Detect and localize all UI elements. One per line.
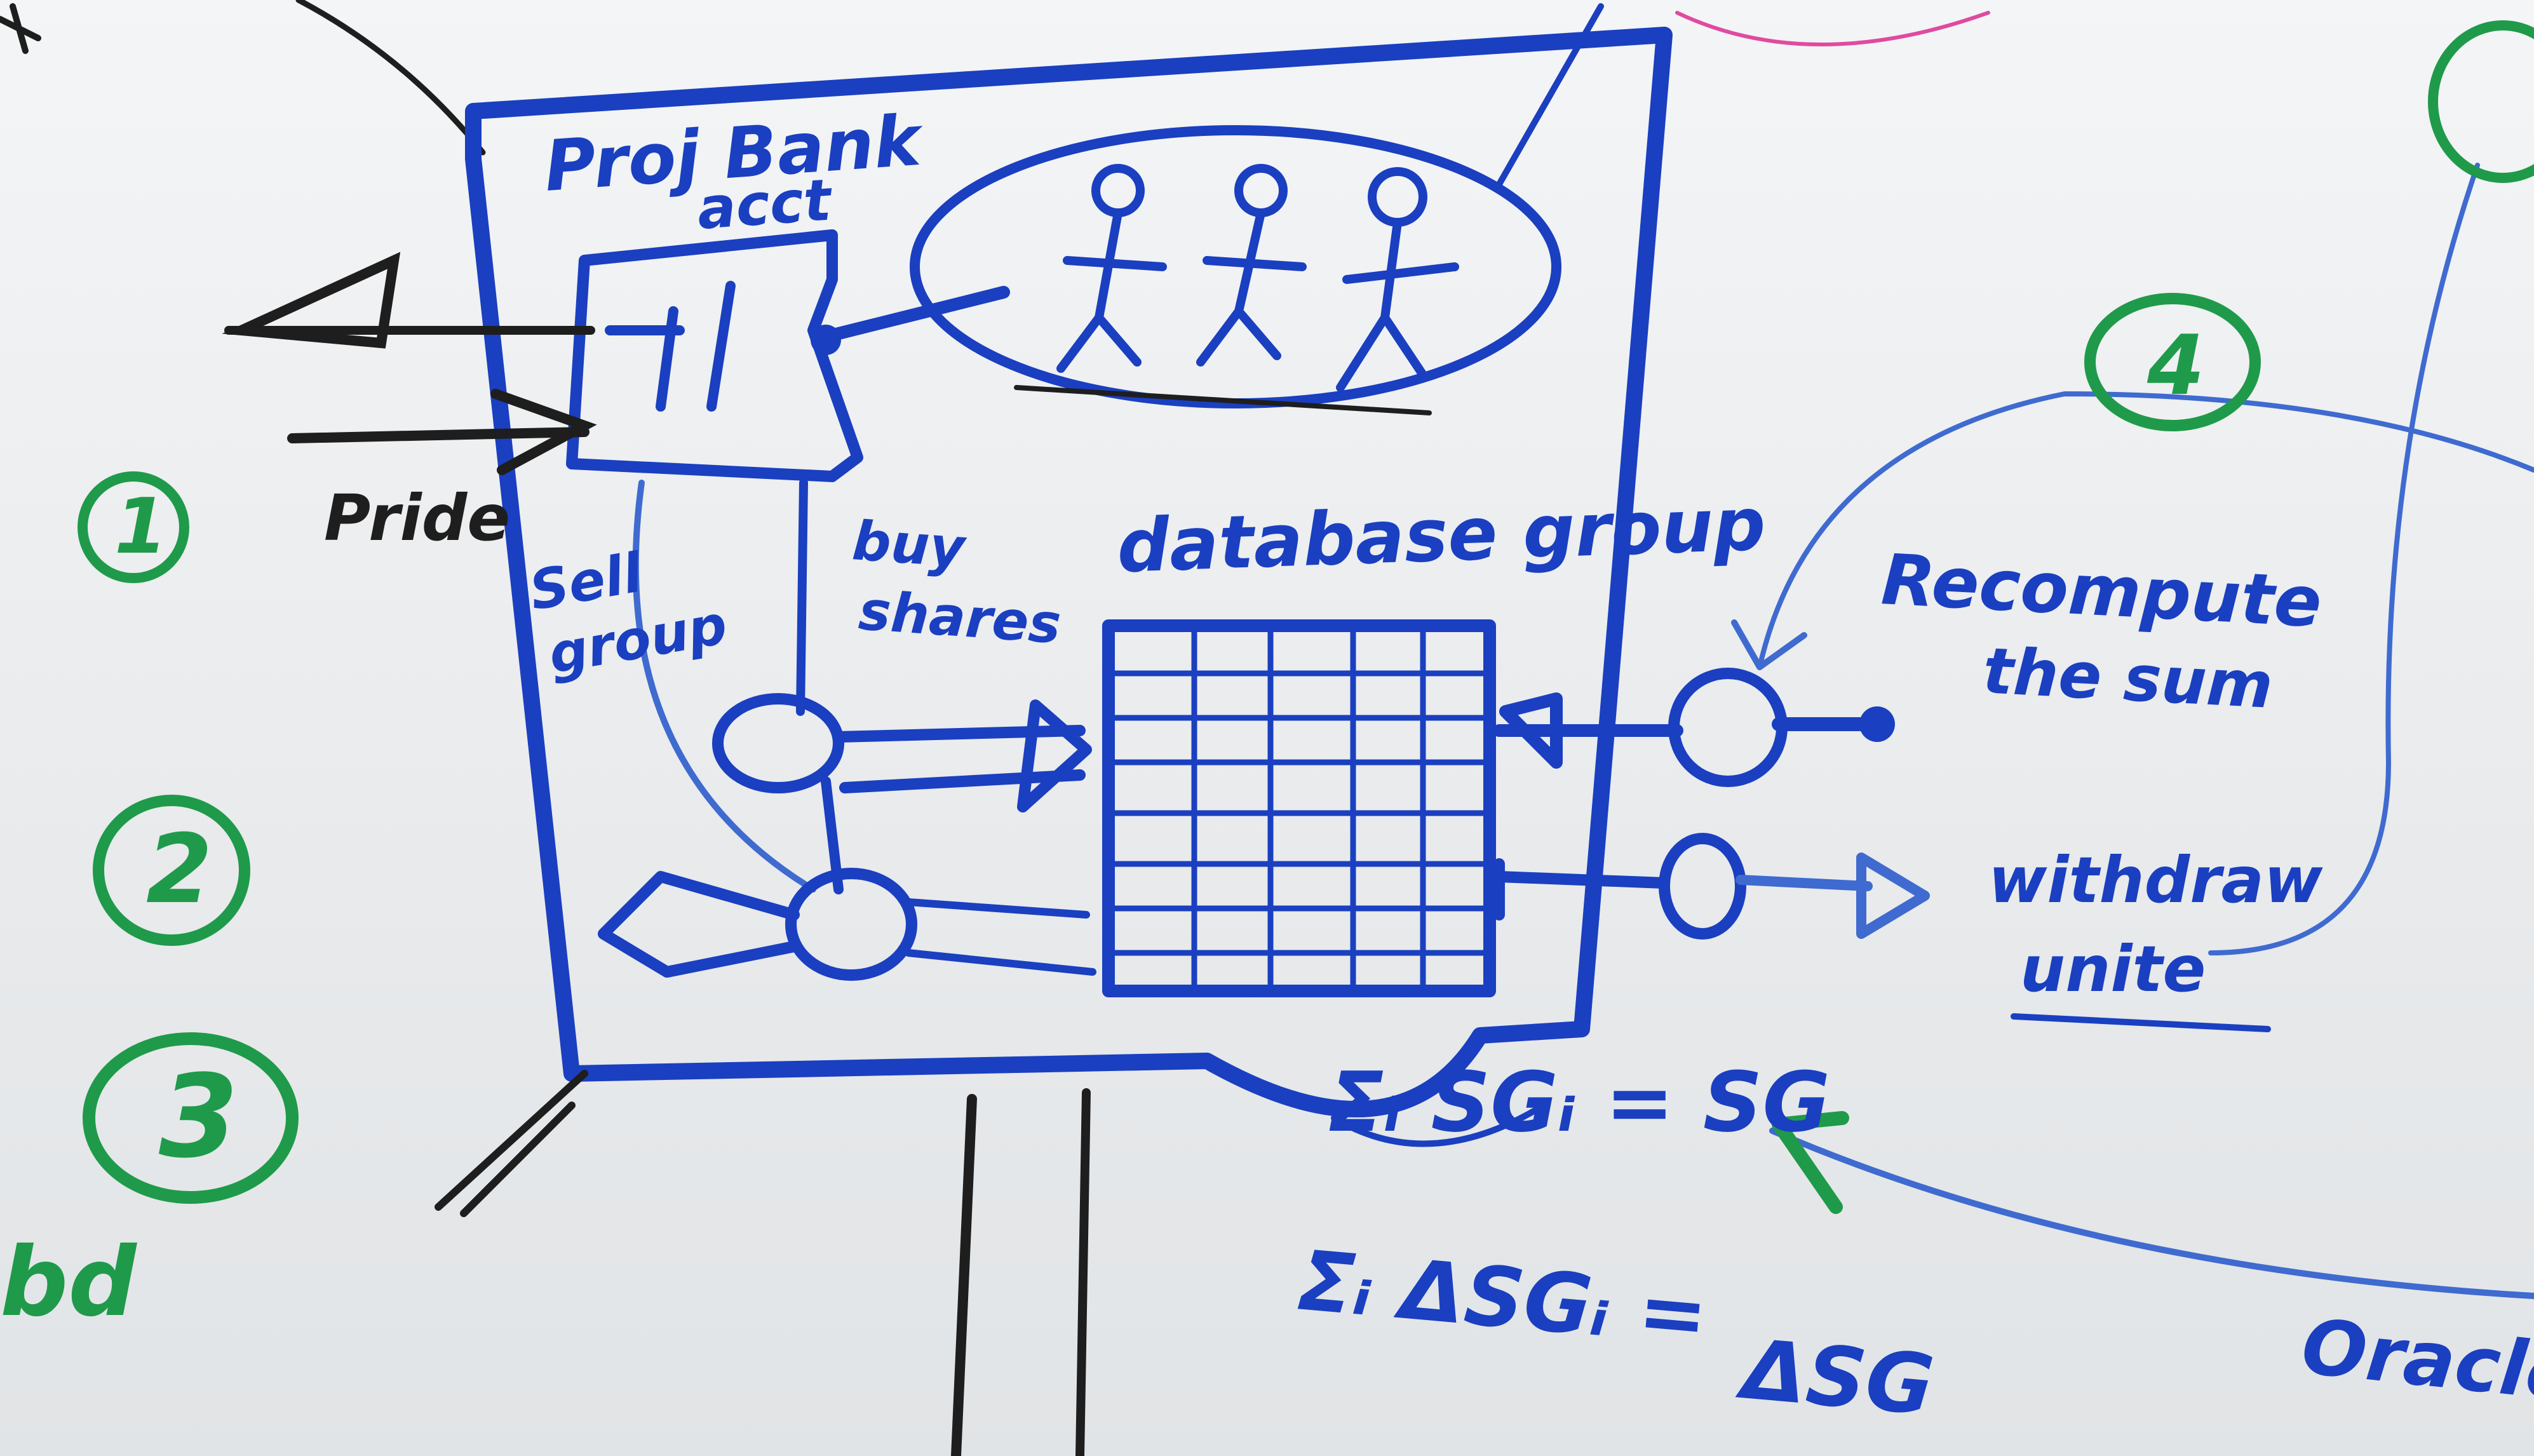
stick-figure-1 [1056,164,1167,373]
pride-label: Pride [324,481,510,555]
whiteboard-drawing: 1 2 3 4 bd Proj Bank acct database group… [0,0,2534,1456]
buy-node [712,693,844,793]
stick-figure-3 [1336,167,1459,392]
sell-node [785,868,917,981]
bottom-left-fragment: bd [0,1227,137,1338]
equation-bottom-rhs: ΔSG [1733,1321,1938,1434]
equation-bottom-lhs: Σᵢ ΔSGᵢ = [1294,1232,1711,1364]
withdraw-underline [2011,1013,2271,1032]
withdraw-label-1: withdraw [1988,843,2323,917]
green-marker-1-number: 1 [114,483,168,571]
stick-figure-2 [1196,164,1307,367]
recompute-dot [1859,706,1895,742]
bank-connector-dot [811,325,841,355]
bank-to-users-connector [819,286,1010,343]
equation-top: Σᵢ SGᵢ = SG [1328,1054,1830,1150]
sell-to-db-lines [905,898,1096,976]
pole-right [1075,1088,1091,1456]
green-marker-3-number: 3 [159,1051,238,1183]
recompute-label-2: the sum [1981,633,2275,723]
box-top-line [1496,3,1604,187]
sell-group-curve [632,480,816,893]
database-group-label: database group [1115,482,1767,590]
recompute-label-1: Recompute [1880,539,2324,643]
recompute-node [1668,668,1788,787]
pink-arc [1675,11,1990,46]
black-corner-mark-top-left [0,3,41,54]
stick-figures [1056,164,1459,392]
buy-arrow [833,699,1092,812]
withdraw-label-2: unite [2020,932,2206,1006]
bank-to-buy-line [796,478,808,716]
withdraw-arrow [1735,853,1930,939]
buy-shares-label-1: buy [851,509,969,580]
green-marker-2-number: 2 [146,814,212,925]
proj-bank-acct-label-2: acct [695,166,835,243]
recompute-arrow [1493,692,1683,769]
box-bottom-left-edge [435,1070,588,1217]
bank-account-inner [605,281,736,412]
sell-arrow [598,871,800,978]
green-marker-top-right [2428,20,2534,183]
green-marker-4-number: 4 [2146,317,2204,414]
buy-shares-label-2: shares [857,579,1063,656]
whiteboard: 1 2 3 4 bd Proj Bank acct database group… [0,0,2534,1456]
oracle-curve [1769,1128,2534,1299]
oracle-label: Oracle [2298,1303,2534,1420]
database-table [1102,619,1496,997]
pole-left [951,1094,977,1456]
withdraw-link [1493,858,1670,920]
black-curve-top-left [295,0,486,156]
database-grid [1105,623,1493,994]
withdraw-node [1659,833,1746,940]
arrow-into-bank-bottom [287,427,590,443]
